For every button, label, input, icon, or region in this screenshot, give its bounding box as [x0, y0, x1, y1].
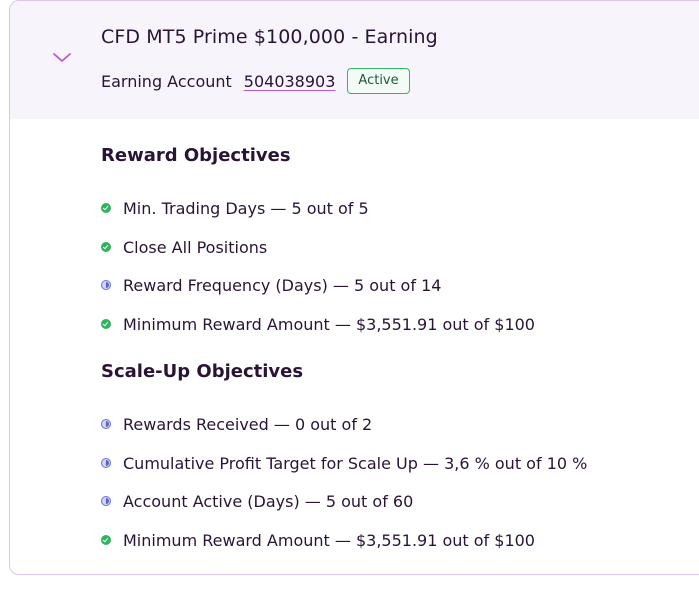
check-circle-icon — [101, 535, 111, 545]
objective-text: Reward Frequency (Days) — 5 out of 14 — [123, 275, 442, 295]
account-card-header: CFD MT5 Prime $100,000 - Earning Earning… — [10, 1, 699, 119]
check-circle-icon — [101, 319, 111, 329]
reward-objective-item: Close All Positions — [101, 236, 267, 258]
reward-objective-item: Min. Trading Days — 5 out of 5 — [101, 197, 369, 219]
objective-text: Close All Positions — [123, 237, 268, 257]
scaleup-objective-item: Minimum Reward Amount — $3,551.91 out of… — [101, 529, 535, 551]
account-number-link[interactable]: 504038903 — [244, 72, 336, 91]
objective-text: Min. Trading Days — 5 out of 5 — [123, 198, 369, 218]
objective-text: Account Active (Days) — 5 out of 60 — [123, 491, 414, 511]
half-circle-progress-icon — [101, 280, 111, 290]
account-meta-row: Earning Account 504038903 Active — [101, 67, 410, 95]
scaleup-objective-item: Cumulative Profit Target for Scale Up — … — [101, 452, 587, 474]
reward-objective-item: Reward Frequency (Days) — 5 out of 14 — [101, 274, 441, 296]
objective-text: Minimum Reward Amount — $3,551.91 out of… — [123, 314, 535, 334]
half-circle-progress-icon — [101, 496, 111, 506]
reward-objective-item: Minimum Reward Amount — $3,551.91 out of… — [101, 313, 535, 335]
objective-text: Rewards Received — 0 out of 2 — [123, 414, 373, 434]
half-circle-progress-icon — [101, 419, 111, 429]
check-circle-icon — [101, 242, 111, 252]
account-title: CFD MT5 Prime $100,000 - Earning — [101, 26, 438, 48]
check-circle-icon — [101, 203, 111, 213]
account-card: CFD MT5 Prime $100,000 - Earning Earning… — [9, 0, 699, 575]
chevron-down-icon[interactable] — [52, 50, 72, 64]
scaleup-objective-item: Account Active (Days) — 5 out of 60 — [101, 490, 413, 512]
account-label: Earning Account — [101, 71, 232, 91]
reward-objectives-title: Reward Objectives — [101, 145, 291, 166]
half-circle-progress-icon — [101, 458, 111, 468]
scaleup-objectives-title: Scale-Up Objectives — [101, 361, 304, 382]
objective-text: Minimum Reward Amount — $3,551.91 out of… — [123, 530, 535, 550]
status-badge: Active — [347, 68, 410, 94]
objective-text: Cumulative Profit Target for Scale Up — … — [123, 453, 588, 473]
scaleup-objective-item: Rewards Received — 0 out of 2 — [101, 413, 372, 435]
